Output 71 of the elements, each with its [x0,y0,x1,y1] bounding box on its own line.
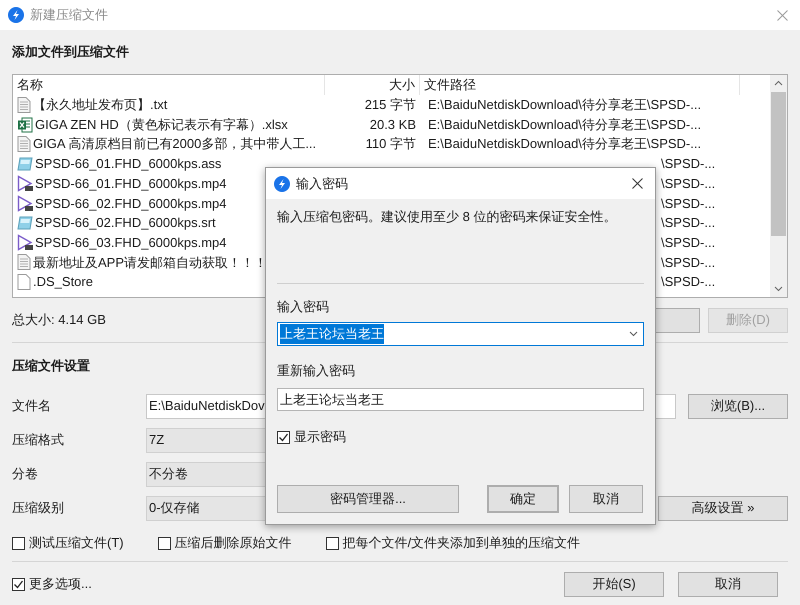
subtitle-file-icon [17,214,33,231]
close-icon[interactable] [632,178,643,189]
file-name: 【永久地址发布页】.txt [33,96,168,114]
section-heading: 压缩文件设置 [12,357,90,376]
column-header[interactable]: 名称 [13,75,325,95]
column-header[interactable]: 大小 [325,75,420,95]
checkbox[interactable] [326,536,339,550]
field-label: 重新输入密码 [277,362,355,380]
field-label: 压缩级别 [12,499,65,518]
password-combobox[interactable]: 上老王论坛当老王 [277,322,644,346]
window-title: 新建压缩文件 [30,6,108,24]
dialog-title: 输入密码 [296,174,348,193]
field-label: 压缩格式 [12,431,65,450]
ok-button[interactable]: 确定 [487,485,559,513]
file-path: E:\BaiduNetdiskDownload\待分享老王\SPSD-... [428,136,702,152]
confirm-password-field[interactable]: 上老王论坛当老王 [277,388,644,411]
field-label: 分卷 [12,465,39,484]
password-manager-button[interactable]: 密码管理器... [277,485,459,513]
checkbox-label[interactable]: 压缩后删除原始文件 [174,533,292,553]
file-path: \SPSD-... [661,176,716,191]
field-label: 文件名 [12,397,52,416]
video-file-icon [17,234,33,252]
app-logo-icon [8,7,24,23]
file-path: E:\BaiduNetdiskDownload\待分享老王\SPSD-... [428,97,702,112]
checkbox-label[interactable]: 测试压缩文件(T) [29,533,124,553]
file-name: GIGA 高清原档目前已有2000多部，其中带人工... [33,135,316,154]
file-name: SPSD-66_02.FHD_6000kps.mp4 [35,194,226,213]
checkbox[interactable] [277,430,290,444]
file-path: \SPSD-... [661,254,716,270]
dialog-message: 输入压缩包密码。建议使用至少 8 位的密码来保证安全性。 [277,208,616,226]
text-file-icon [17,96,31,113]
file-path: E:\BaiduNetdiskDownload\待分享老王\SPSD-... [428,116,702,132]
text-file-icon [17,254,31,270]
field-label: 输入密码 [277,298,329,316]
file-path: \SPSD-... [661,234,716,250]
file-name: SPSD-66_03.FHD_6000kps.mp4 [35,234,226,252]
video-file-icon [17,194,33,212]
scrollbar[interactable] [770,75,787,297]
checkbox-label[interactable]: 显示密码 [294,427,346,447]
cancel-button[interactable]: 取消 [569,485,643,513]
checkbox-label[interactable]: 把每个文件/文件夹添加到单独的压缩文件 [342,533,580,553]
file-path: \SPSD-... [661,196,716,211]
checkbox[interactable] [12,578,25,590]
file-name: SPSD-66_02.FHD_6000kps.srt [35,214,216,232]
file-name: .DS_Store [33,273,93,292]
app-logo-icon [274,176,290,192]
text-file-icon [17,136,31,152]
file-name: SPSD-66_01.FHD_6000kps.mp4 [35,174,226,193]
section-heading: 添加文件到压缩文件 [12,43,129,62]
video-file-icon [17,175,33,192]
file-size: 110 字节 [366,135,416,154]
total-size: 总大小: 4.14 GB [12,311,106,330]
file-size: 215 字节 [364,96,416,114]
file-size: 20.3 KB [370,116,416,134]
cancel-button[interactable]: 取消 [678,572,778,596]
file-name: GIGA ZEN HD（黄色标记表示有字幕）.xlsx [35,116,288,134]
checkbox[interactable] [12,536,25,550]
file-path: \SPSD-... [661,215,716,230]
file-name: 最新地址及APP请发邮箱自动获取！！！ [33,254,268,272]
checkbox[interactable] [158,536,171,550]
file-path: \SPSD-... [661,274,716,290]
spreadsheet-icon [17,116,33,133]
file-name: SPSD-66_01.FHD_6000kps.ass [35,155,222,174]
checkbox-label[interactable]: 更多选项... [29,574,92,594]
start-button[interactable]: 开始(S) [564,572,664,596]
file-path: \SPSD-... [661,156,716,172]
blank-file-icon [17,274,31,290]
browse-button[interactable]: 浏览(B)... [688,394,788,418]
subtitle-file-icon [17,156,33,172]
advanced-settings-button[interactable]: 高级设置 » [658,496,788,520]
column-header[interactable]: 文件路径 [420,75,740,95]
